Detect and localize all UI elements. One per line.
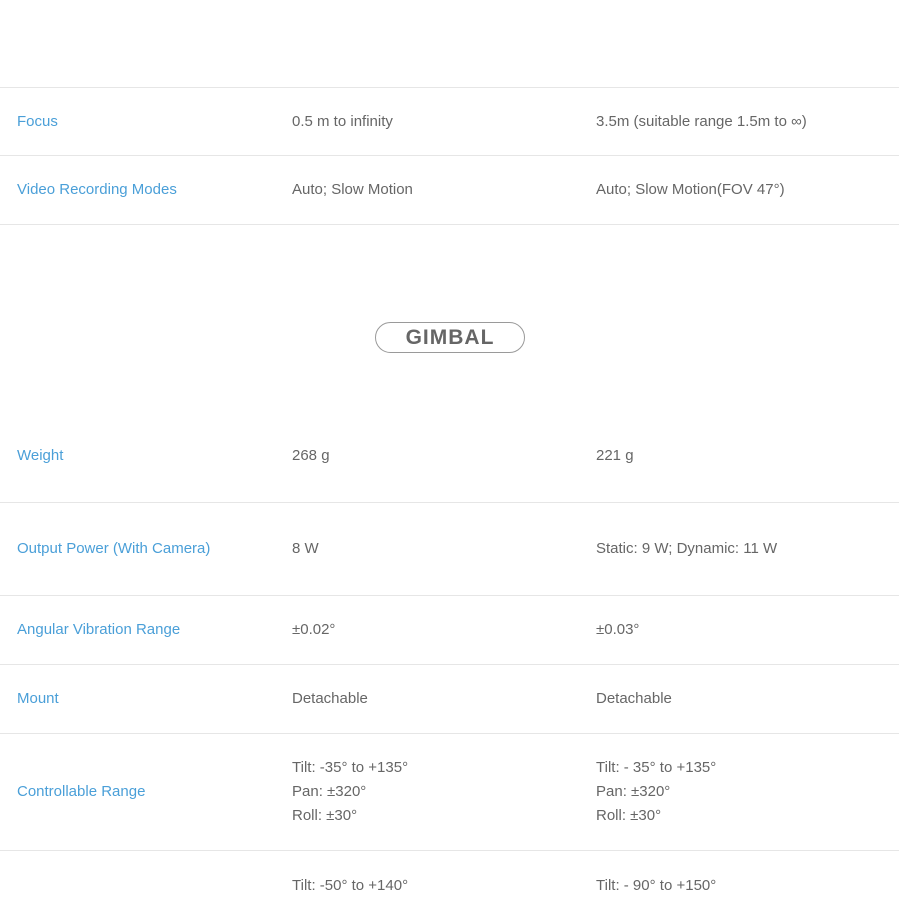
camera-spec-table: Focus 0.5 m to infinity 3.5m (suitable r… — [0, 87, 899, 225]
spec-label: Angular Vibration Range — [17, 621, 181, 638]
spec-value-a: 268 g — [292, 447, 330, 464]
section-title-gimbal: GIMBAL — [375, 322, 525, 353]
spec-value-a: Detachable — [292, 690, 368, 707]
spec-value-b: Detachable — [596, 690, 672, 707]
spec-value-b: 3.5m (suitable range 1.5m to ∞) — [596, 112, 807, 130]
spec-value-b: Static: 9 W; Dynamic: 11 W — [596, 540, 778, 557]
spec-value-a: Auto; Slow Motion — [292, 181, 413, 198]
spec-row-focus: Focus 0.5 m to infinity 3.5m (suitable r… — [0, 87, 899, 156]
spec-row-weight: Weight 268 g 221 g — [0, 410, 899, 503]
gimbal-spec-table: Weight 268 g 221 g Output Power (With Ca… — [0, 410, 899, 921]
spec-value-b: ±0.03° — [596, 621, 640, 638]
spec-value-a: 0.5 m to infinity — [292, 112, 393, 130]
spec-row-partial: Tilt: -50° to +140° Tilt: - 90° to +150° — [0, 851, 899, 921]
spec-label: Focus — [17, 112, 58, 130]
spec-label: Controllable Range — [17, 783, 146, 800]
spec-row-video-recording-modes: Video Recording Modes Auto; Slow Motion … — [0, 156, 899, 225]
spec-row-controllable-range: Controllable Range Tilt: -35° to +135° P… — [0, 734, 899, 851]
spec-row-angular-vibration-range: Angular Vibration Range ±0.02° ±0.03° — [0, 596, 899, 665]
spec-value-b: Tilt: - 35° to +135° Pan: ±320° Roll: ±3… — [596, 759, 717, 824]
spec-value-a: ±0.02° — [292, 621, 336, 638]
spec-value-a: Tilt: -50° to +140° — [292, 877, 409, 894]
spec-label: Video Recording Modes — [17, 181, 177, 198]
spec-value-b: 221 g — [596, 447, 634, 464]
spec-label: Output Power (With Camera) — [17, 540, 211, 557]
spec-value-b: Auto; Slow Motion(FOV 47°) — [596, 181, 785, 198]
spec-value-b: Tilt: - 90° to +150° — [596, 877, 717, 894]
spec-value-a: 8 W — [292, 540, 319, 557]
spec-row-output-power: Output Power (With Camera) 8 W Static: 9… — [0, 503, 899, 596]
spec-value-a: Tilt: -35° to +135° Pan: ±320° Roll: ±30… — [292, 759, 409, 824]
spec-row-mount: Mount Detachable Detachable — [0, 665, 899, 734]
spec-label: Mount — [17, 690, 59, 707]
spec-label: Weight — [17, 447, 64, 464]
